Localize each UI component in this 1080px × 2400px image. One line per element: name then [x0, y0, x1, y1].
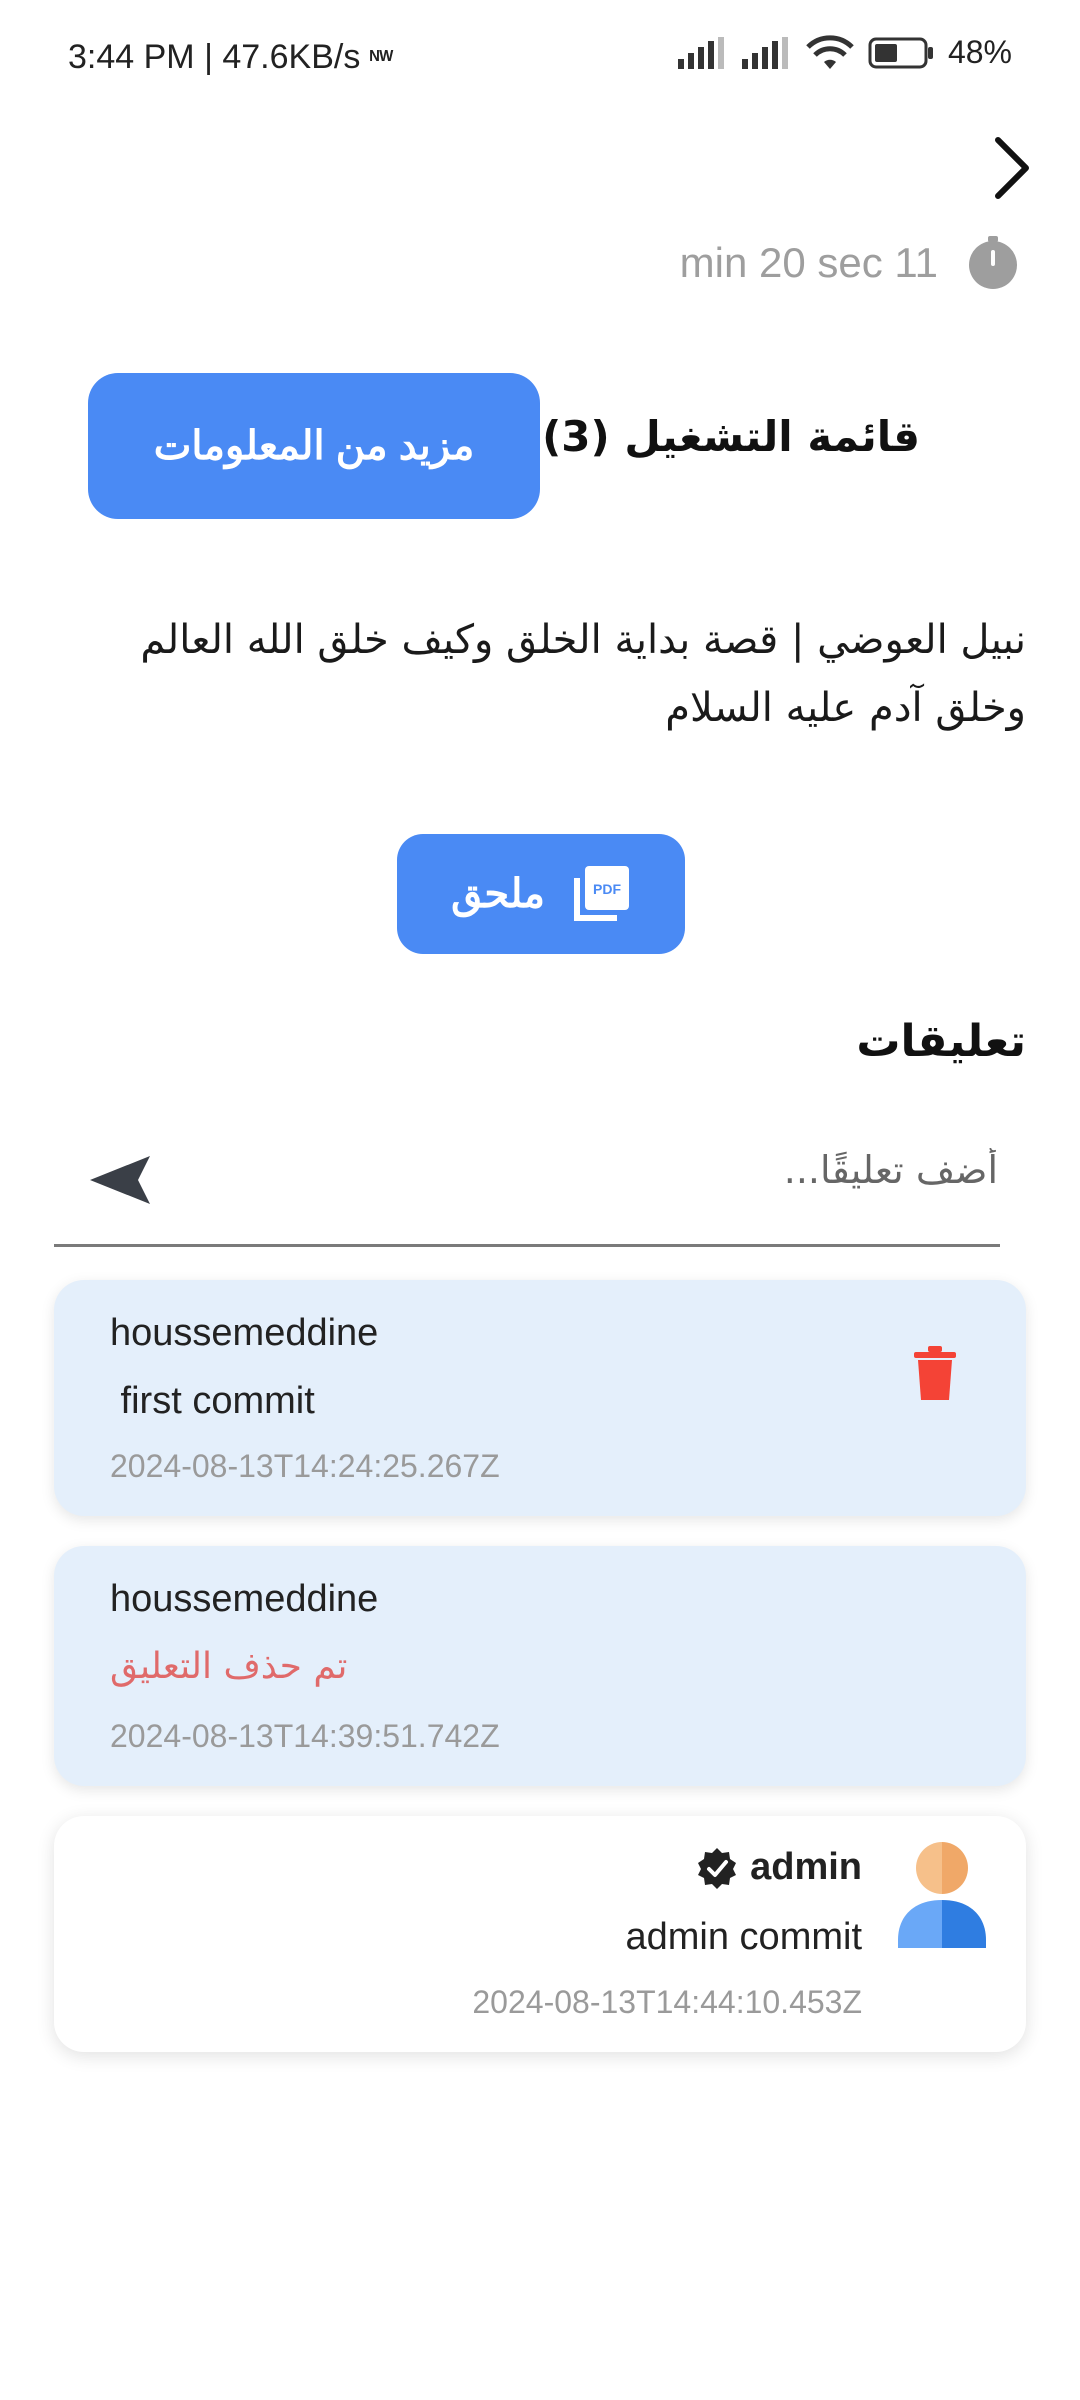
comment-card: houssemeddine first commit 2024-08-13T14… [54, 1280, 1026, 1516]
timer-icon [969, 236, 1017, 289]
comment-user: houssemeddine [110, 1578, 379, 1620]
chevron-right-icon[interactable] [980, 132, 1044, 204]
battery-icon [868, 37, 933, 68]
comment-input[interactable] [110, 1122, 1000, 1218]
comments-heading: تعليقات [856, 1016, 1026, 1067]
playlist-label[interactable]: قائمة التشغيل (3) [542, 412, 920, 461]
more-info-button[interactable]: مزيد من المعلومات [88, 373, 540, 519]
battery-percent: 48% [947, 34, 1012, 70]
comment-time: 2024-08-13T14:39:51.742Z [110, 1718, 500, 1754]
comment-user: admin [750, 1846, 862, 1888]
status-time: 3:44 PM | 47.6KB/s ᴺᵂ [68, 38, 394, 76]
verified-badge-icon [698, 1847, 737, 1889]
network-mode-icon: ᴺᵂ [369, 46, 394, 72]
comment-time: 2024-08-13T14:44:10.453Z [472, 1984, 862, 2020]
timer-row: min 20 sec 11 [680, 236, 1020, 290]
pdf-icon: PDF [573, 866, 629, 921]
signal-icon [677, 36, 724, 69]
wifi-icon [806, 34, 854, 69]
comment-deleted-text: تم حذف التعليق [110, 1646, 348, 1687]
video-title: نبيل العوضي | قصة بداية الخلق وكيف خلق ا… [140, 617, 1026, 731]
signal-icon-2 [741, 36, 788, 69]
admin-name-row: admin [696, 1846, 862, 1889]
input-underline [54, 1244, 1000, 1247]
admin-comment-card: admin admin commit 2024-08-13T14:44:10.4… [54, 1816, 1026, 2052]
comment-message: first commit [110, 1380, 315, 1422]
avatar-icon [898, 1842, 986, 1948]
timer-text: min 20 sec 11 [679, 239, 938, 286]
status-indicators: 48% [677, 34, 1012, 71]
send-icon[interactable] [86, 1150, 156, 1210]
trash-icon[interactable] [912, 1346, 958, 1402]
svg-text:PDF: PDF [593, 881, 621, 897]
comment-card: houssemeddine تم حذف التعليق 2024-08-13T… [54, 1546, 1026, 1786]
comment-message: admin commit [625, 1916, 863, 1958]
attachment-button[interactable]: PDF ملحق [397, 834, 685, 954]
comment-user: houssemeddine [110, 1312, 379, 1354]
comment-time: 2024-08-13T14:24:25.267Z [110, 1448, 500, 1484]
attachment-label: ملحق [451, 872, 545, 916]
